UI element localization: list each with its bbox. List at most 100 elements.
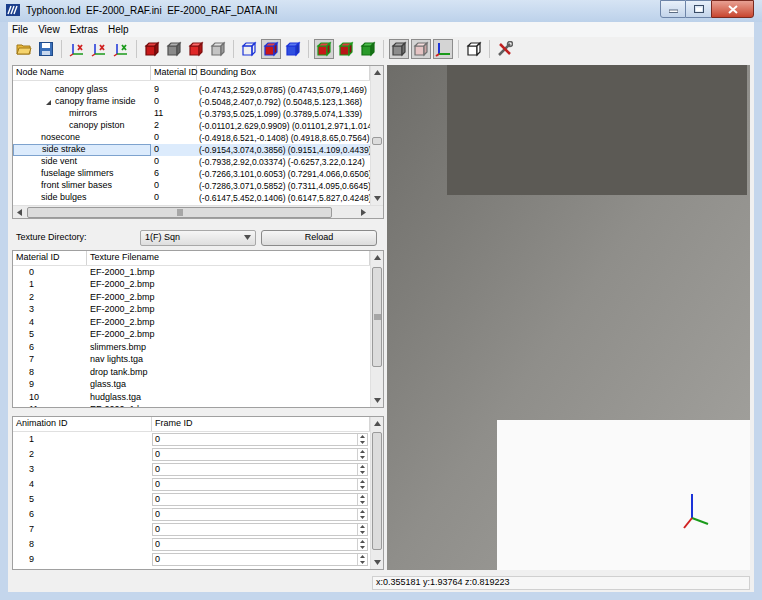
vertical-scrollbar[interactable]	[370, 251, 383, 407]
texture-row[interactable]: 10hudglass.tga	[13, 391, 370, 404]
toolbar-button[interactable]	[358, 39, 378, 59]
toolbar-button[interactable]	[336, 39, 356, 59]
spin-up-button[interactable]	[358, 434, 367, 440]
frame-spinbox[interactable]: 0	[152, 493, 368, 506]
texture-row[interactable]: 0EF-2000_1.bmp	[13, 266, 370, 279]
scroll-down-button[interactable]	[371, 192, 383, 205]
column-header[interactable]: Node Name	[13, 66, 151, 80]
menu-item[interactable]: Extras	[70, 22, 98, 37]
spin-up-button[interactable]	[358, 509, 367, 515]
tree-row[interactable]: side vent0(-0.7938,2.92,0.03374) (-0.625…	[13, 156, 370, 168]
frame-spinbox[interactable]: 0	[152, 508, 368, 521]
toolbar-button[interactable]	[433, 39, 453, 59]
toolbar-button[interactable]	[464, 39, 484, 59]
toolbar-button[interactable]	[283, 39, 303, 59]
reload-button[interactable]: Reload	[261, 230, 377, 246]
toolbar-button[interactable]	[389, 39, 409, 59]
toolbar-button[interactable]	[36, 39, 56, 59]
scroll-thumb[interactable]	[372, 267, 382, 367]
menu-item[interactable]: File	[12, 22, 28, 37]
vertical-scrollbar[interactable]	[370, 417, 383, 569]
column-header[interactable]: Texture Filename	[87, 251, 370, 265]
model-viewport[interactable]	[387, 65, 750, 570]
tree-row[interactable]: side strake0(-0.9154,3.074,0.3856) (0.91…	[13, 144, 370, 156]
scroll-right-button[interactable]	[357, 209, 370, 216]
texture-row[interactable]: 6slimmers.bmp	[13, 341, 370, 354]
tree-row[interactable]: front slimer bases0(-0.7286,3.071,0.5852…	[13, 180, 370, 192]
menu-item[interactable]: Help	[108, 22, 129, 37]
horizontal-scrollbar[interactable]	[13, 205, 383, 218]
spin-down-button[interactable]	[358, 545, 367, 551]
minimize-button[interactable]	[660, 0, 686, 18]
texture-row[interactable]: 8drop tank.bmp	[13, 366, 370, 379]
frame-spinbox[interactable]: 0	[152, 478, 368, 491]
column-header[interactable]: Animation ID	[13, 417, 152, 431]
texture-row[interactable]: 11EF-2000_1.bmp	[13, 404, 370, 408]
scroll-up-button[interactable]	[371, 66, 383, 79]
spin-up-button[interactable]	[358, 524, 367, 530]
frame-spinbox[interactable]: 0	[152, 553, 368, 566]
column-header[interactable]: Frame ID	[152, 417, 370, 431]
scroll-down-button[interactable]	[371, 394, 383, 407]
texture-row[interactable]: 3EF-2000_2.bmp	[13, 304, 370, 317]
frame-spinbox[interactable]: 0	[152, 523, 368, 536]
texture-row[interactable]: 9glass.tga	[13, 379, 370, 392]
scroll-thumb[interactable]	[27, 207, 332, 218]
scroll-down-button[interactable]	[371, 556, 383, 569]
toolbar-button[interactable]	[208, 39, 228, 59]
spin-down-button[interactable]	[358, 440, 367, 446]
toolbar-button[interactable]	[164, 39, 184, 59]
maximize-button[interactable]	[686, 0, 711, 18]
tree-row[interactable]: canopy glass9(-0.4743,2.529,0.8785) (0.4…	[13, 84, 370, 96]
spin-down-button[interactable]	[358, 530, 367, 536]
column-header[interactable]: Material ID	[151, 66, 197, 80]
spin-down-button[interactable]	[358, 515, 367, 521]
toolbar-button[interactable]	[495, 39, 515, 59]
spin-up-button[interactable]	[358, 449, 367, 455]
spin-up-button[interactable]	[358, 554, 367, 560]
vertical-scrollbar[interactable]	[370, 66, 383, 205]
toolbar-button[interactable]	[239, 39, 259, 59]
frame-spinbox[interactable]: 0	[152, 448, 368, 461]
spin-up-button[interactable]	[358, 464, 367, 470]
texture-row[interactable]: 2EF-2000_2.bmp	[13, 291, 370, 304]
spin-up-button[interactable]	[358, 494, 367, 500]
column-header[interactable]: Material ID	[13, 251, 87, 265]
spin-down-button[interactable]	[358, 455, 367, 461]
toolbar-button[interactable]	[261, 39, 281, 59]
texture-row[interactable]: 5EF-2000_2.bmp	[13, 329, 370, 342]
toolbar-button[interactable]	[142, 39, 162, 59]
column-header[interactable]: Bounding Box	[197, 66, 370, 80]
toolbar-button[interactable]	[89, 39, 109, 59]
expanded-arrow-icon[interactable]	[45, 99, 55, 106]
toolbar-button[interactable]	[411, 39, 431, 59]
frame-spinbox[interactable]: 0	[152, 463, 368, 476]
frame-spinbox[interactable]: 0	[152, 538, 368, 551]
toolbar-button[interactable]	[314, 39, 334, 59]
scroll-thumb[interactable]	[372, 137, 382, 145]
menu-item[interactable]: View	[38, 22, 60, 37]
toolbar-button[interactable]	[67, 39, 87, 59]
spin-down-button[interactable]	[358, 470, 367, 476]
close-button[interactable]	[711, 0, 754, 18]
tree-row[interactable]: fuselage slimmers6(-0.7266,3.101,0.6053)…	[13, 168, 370, 180]
texture-row[interactable]: 4EF-2000_2.bmp	[13, 316, 370, 329]
texture-row[interactable]: 1EF-2000_2.bmp	[13, 279, 370, 292]
toolbar-button[interactable]	[186, 39, 206, 59]
spin-up-button[interactable]	[358, 479, 367, 485]
tree-row[interactable]: canopy frame inside0(-0.5048,2.407,0.792…	[13, 96, 370, 108]
texture-directory-dropdown[interactable]: 1(F) Sqn	[140, 230, 256, 246]
toolbar-button[interactable]	[111, 39, 131, 59]
spin-down-button[interactable]	[358, 485, 367, 491]
scroll-up-button[interactable]	[371, 251, 383, 264]
tree-row[interactable]: mirrors11(-0.3793,5.025,1.099) (0.3789,5…	[13, 108, 370, 120]
texture-row[interactable]: 7nav lights.tga	[13, 354, 370, 367]
spin-down-button[interactable]	[358, 560, 367, 566]
tree-row[interactable]: canopy piston2(-0.01101,2.629,0.9909) (0…	[13, 120, 370, 132]
scroll-up-button[interactable]	[371, 417, 383, 430]
scroll-left-button[interactable]	[13, 209, 26, 216]
toolbar-button[interactable]	[14, 39, 34, 59]
scroll-thumb[interactable]	[372, 432, 382, 550]
tree-row[interactable]: nosecone0(-0.4918,6.521,-0.1408) (0.4918…	[13, 132, 370, 144]
frame-spinbox[interactable]: 0	[152, 433, 368, 446]
